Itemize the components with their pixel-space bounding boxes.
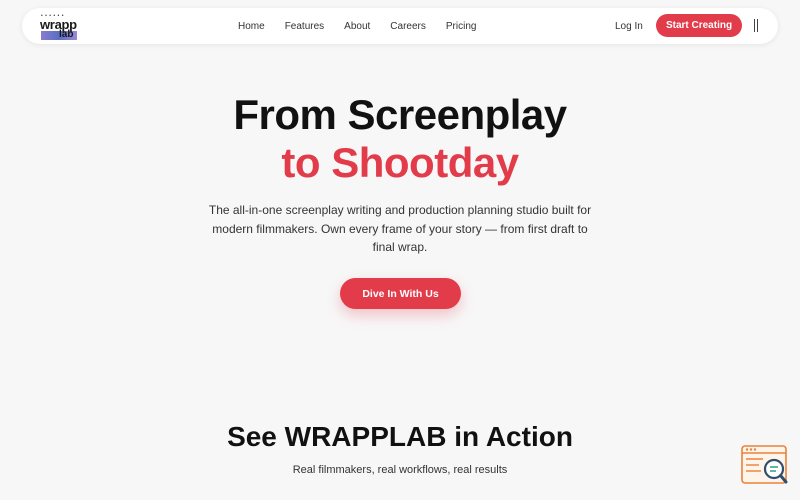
nav-links: Home Features About Careers Pricing [238,8,496,44]
menu-icon[interactable] [754,19,758,32]
navbar: • • • • • • wrapp lab Home Features Abou… [22,8,778,44]
start-creating-button[interactable]: Start Creating [656,14,742,37]
section-title: See WRAPPLAB in Action [227,421,573,452]
section-subtitle: Real filmmakers, real workflows, real re… [292,464,508,476]
dive-in-button[interactable]: Dive In With Us [340,278,461,309]
hero-subtitle: The all-in-one screenplay writing and pr… [208,203,592,254]
search-chat-icon[interactable] [741,445,791,487]
nav-link-pricing[interactable]: Pricing [446,21,477,32]
page: • • • • • • wrapp lab Home Features Abou… [0,0,800,500]
nav-link-careers[interactable]: Careers [390,21,426,32]
nav-link-home[interactable]: Home [238,21,265,32]
nav-link-features[interactable]: Features [285,21,324,32]
logo[interactable]: • • • • • • wrapp lab [40,14,82,40]
login-link[interactable]: Log In [615,8,643,44]
logo-lab-text: lab [59,29,74,40]
hero-title-line2: to Shootday [281,139,519,186]
hero-title-line1: From Screenplay [233,91,567,138]
nav-link-about[interactable]: About [344,21,370,32]
